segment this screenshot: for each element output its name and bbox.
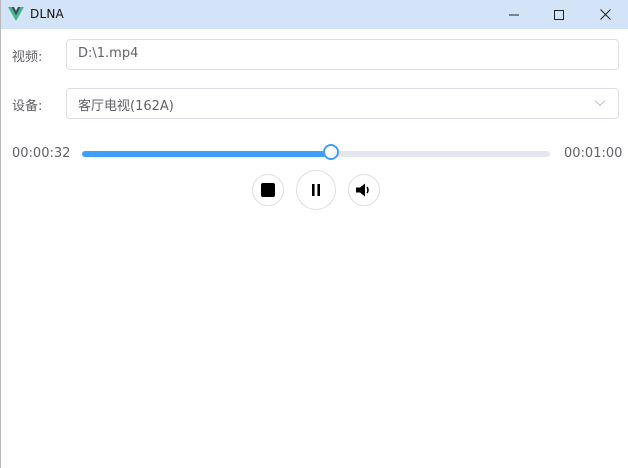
app-window: DLNA 视频: D:\1.mp4 设备: 客厅电视(162A) 00:00:3… — [0, 0, 628, 468]
minimize-button[interactable] — [491, 0, 537, 29]
video-path-value: D:\1.mp4 — [78, 46, 139, 61]
stop-button[interactable] — [252, 174, 284, 206]
maximize-icon — [554, 9, 564, 20]
device-select[interactable]: 客厅电视(162A) — [66, 88, 619, 119]
pause-button[interactable] — [296, 170, 336, 210]
chevron-down-icon — [594, 100, 606, 107]
close-icon — [599, 9, 611, 20]
video-label: 视频: — [12, 50, 43, 65]
maximize-button[interactable] — [536, 0, 582, 29]
total-time: 00:01:00 — [564, 146, 623, 161]
progress-slider[interactable] — [82, 144, 550, 160]
pause-icon — [312, 184, 320, 196]
volume-icon — [356, 183, 369, 197]
device-label: 设备: — [12, 99, 43, 114]
close-button[interactable] — [582, 0, 628, 29]
progress-fill — [82, 151, 332, 157]
progress-handle[interactable] — [323, 144, 340, 160]
device-select-value: 客厅电视(162A) — [78, 99, 174, 114]
stop-icon — [261, 183, 275, 197]
video-path-input[interactable]: D:\1.mp4 — [66, 39, 619, 70]
volume-button[interactable] — [348, 174, 380, 206]
vue-logo-icon — [8, 7, 24, 21]
current-time: 00:00:32 — [12, 146, 71, 161]
minimize-icon — [509, 14, 519, 15]
window-title: DLNA — [30, 7, 64, 21]
title-bar[interactable]: DLNA — [1, 0, 628, 29]
